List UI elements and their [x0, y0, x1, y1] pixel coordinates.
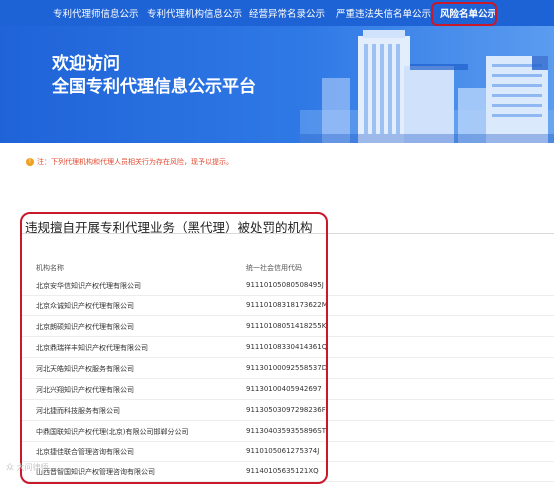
nav-item-abnormal-operations[interactable]: 经营异常名录公示 [249, 6, 325, 20]
risk-notice: ! 注：下列代理机构和代理人员相关行为存在风险，现予以提示。 [26, 157, 233, 167]
table-highlight-box [20, 212, 328, 484]
top-nav: 专利代理师信息公示 专利代理机构信息公示 经营异常名录公示 严重违法失信名单公示… [0, 0, 554, 26]
hero-banner: 欢迎访问 全国专利代理信息公示平台 [0, 26, 554, 143]
hero-title-platform: 全国专利代理信息公示平台 [52, 77, 256, 97]
nav-item-patent-agencies[interactable]: 专利代理机构信息公示 [147, 6, 242, 20]
warning-icon: ! [26, 158, 34, 166]
hero-title-welcome: 欢迎访问 [52, 54, 120, 74]
active-nav-highlight [431, 2, 497, 26]
watermark: 众 大问律师 [6, 463, 49, 472]
notice-text: 注：下列代理机构和代理人员相关行为存在风险，现予以提示。 [37, 158, 233, 166]
nav-item-patent-agents[interactable]: 专利代理师信息公示 [53, 6, 139, 20]
nav-item-serious-violations[interactable]: 严重违法失信名单公示 [336, 6, 431, 20]
building-skyline-illustration [300, 30, 554, 143]
